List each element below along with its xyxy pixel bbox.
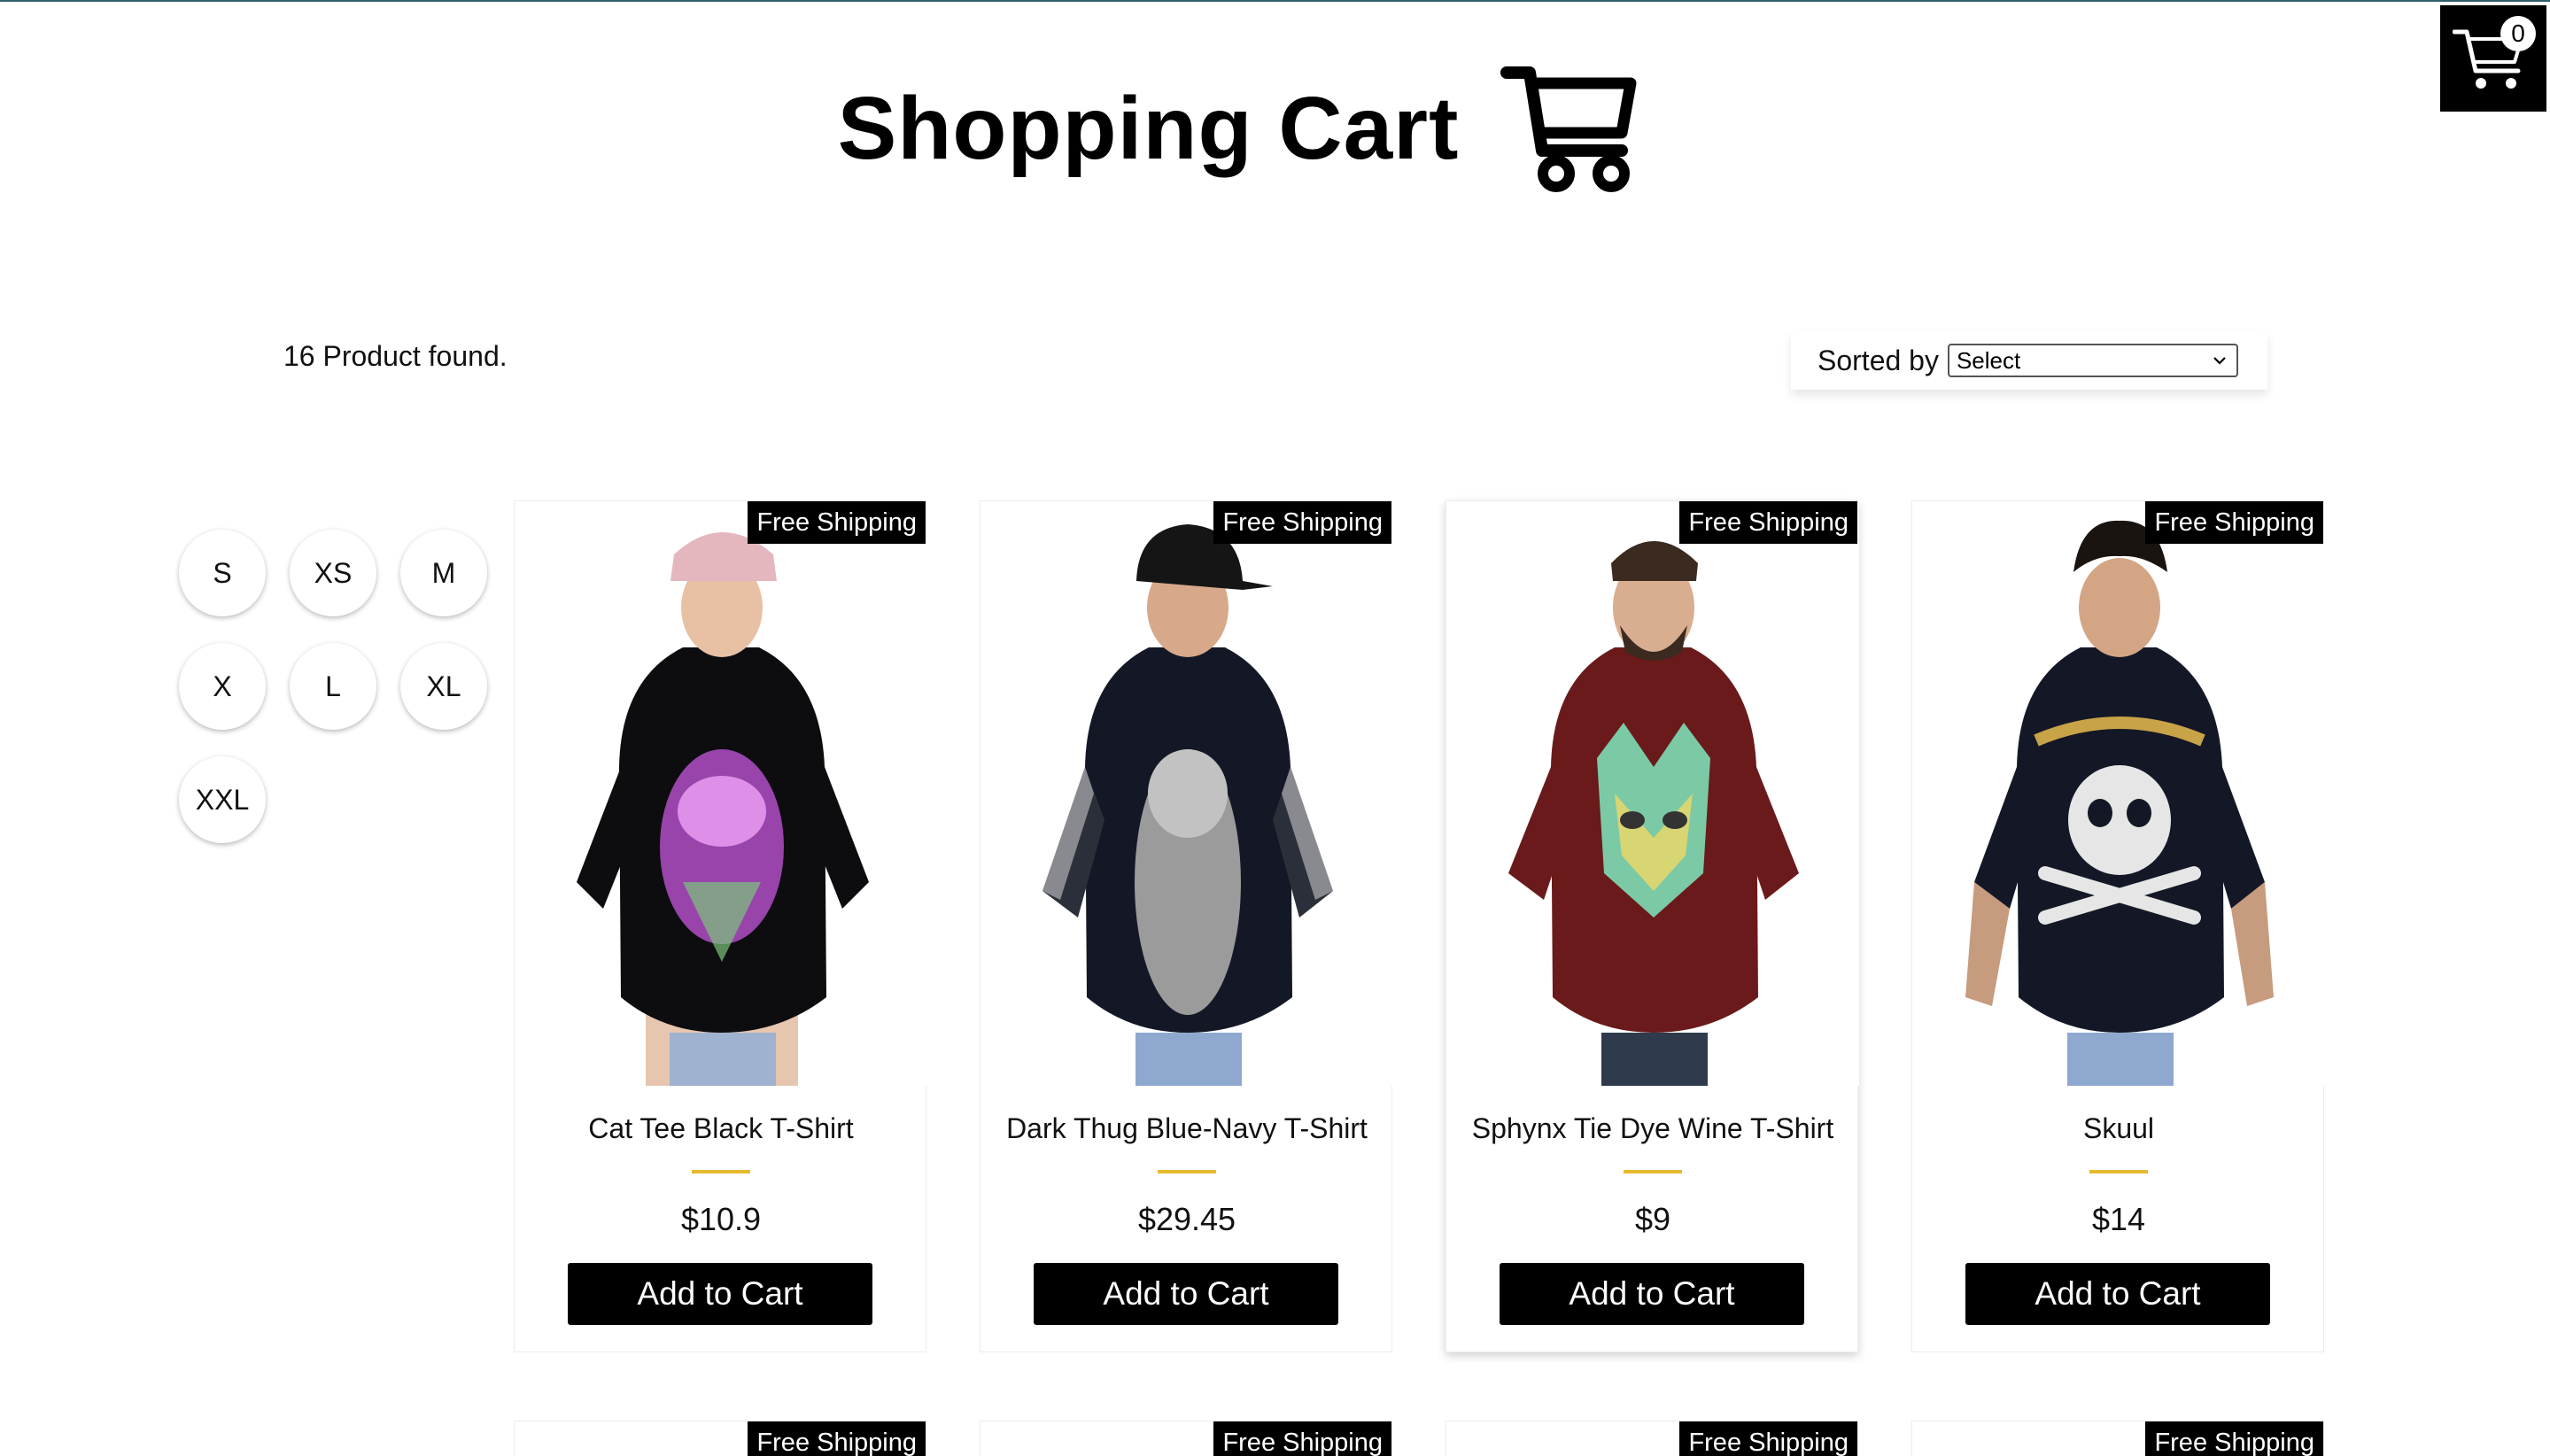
free-shipping-badge: Free Shipping	[1213, 501, 1391, 544]
product-title: Cat Tee Black T-Shirt	[588, 1112, 854, 1144]
free-shipping-badge: Free Shipping	[1679, 1421, 1857, 1456]
product-card[interactable]: Free Shipping Skuul $14 Add to Cart	[1911, 500, 2325, 1352]
size-filter-xs[interactable]: XS	[290, 530, 376, 616]
add-to-cart-button[interactable]: Add to Cart	[1500, 1263, 1804, 1325]
free-shipping-badge: Free Shipping	[1679, 501, 1857, 544]
product-card[interactable]: Free Shipping Dark Thug Blue-Navy T-Shir…	[980, 500, 1393, 1352]
product-image	[980, 501, 1393, 1086]
product-card[interactable]: Free Shipping	[1446, 1421, 1858, 1456]
title-underline	[1624, 1170, 1682, 1173]
free-shipping-badge: Free Shipping	[2145, 1421, 2323, 1456]
sort-control: Sorted by Select	[1791, 331, 2267, 390]
product-title: Dark Thug Blue-Navy T-Shirt	[1006, 1112, 1368, 1144]
cart-button[interactable]: 0	[2440, 5, 2546, 112]
size-filter-xxl[interactable]: XXL	[179, 756, 266, 843]
cart-count-badge: 0	[2500, 16, 2536, 51]
product-image	[515, 501, 927, 1086]
free-shipping-badge: Free Shipping	[748, 1421, 926, 1456]
product-card[interactable]: Free Shipping	[514, 1421, 926, 1456]
size-filter-m[interactable]: M	[400, 530, 487, 616]
products-found-count: 16 Product found.	[283, 340, 508, 372]
size-filter-xl[interactable]: XL	[400, 643, 487, 730]
sort-label: Sorted by	[1818, 344, 1939, 376]
product-price: $14	[2091, 1201, 2146, 1237]
title-underline	[2089, 1170, 2148, 1173]
page-header: Shopping Cart	[0, 62, 2550, 195]
product-image	[1446, 501, 1859, 1086]
add-to-cart-button[interactable]: Add to Cart	[1965, 1263, 2270, 1325]
size-filter-s[interactable]: S	[179, 530, 266, 616]
title-underline	[1158, 1170, 1216, 1173]
product-card[interactable]: Free Shipping Sphynx Tie Dye Wine T-Shir…	[1446, 500, 1859, 1352]
free-shipping-badge: Free Shipping	[1213, 1421, 1391, 1456]
product-price: $9	[1634, 1201, 1671, 1237]
product-price: $10.9	[680, 1201, 762, 1237]
chevron-down-icon	[2213, 357, 2226, 365]
sort-select[interactable]: Select	[1947, 344, 2238, 377]
product-price: $29.45	[1137, 1201, 1236, 1237]
product-title: Sphynx Tie Dye Wine T-Shirt	[1471, 1112, 1834, 1144]
shopping-cart-icon	[1500, 66, 1637, 192]
add-to-cart-button[interactable]: Add to Cart	[1034, 1263, 1338, 1325]
size-filter-x[interactable]: X	[179, 643, 266, 730]
title-underline	[692, 1170, 750, 1173]
top-border	[0, 0, 2550, 2]
product-title: Skuul	[2082, 1112, 2155, 1144]
sort-selected-value: Select	[1956, 347, 2021, 374]
free-shipping-badge: Free Shipping	[748, 501, 926, 544]
size-filter-l[interactable]: L	[290, 643, 376, 730]
page-title: Shopping Cart	[837, 78, 1460, 178]
product-card[interactable]: Free Shipping Cat Tee Black T-Shirt $10.…	[514, 500, 927, 1352]
product-card[interactable]: Free Shipping	[980, 1421, 1392, 1456]
add-to-cart-button[interactable]: Add to Cart	[568, 1263, 872, 1325]
product-card[interactable]: Free Shipping	[1911, 1421, 2324, 1456]
product-image	[1912, 501, 2325, 1086]
free-shipping-badge: Free Shipping	[2145, 501, 2323, 544]
